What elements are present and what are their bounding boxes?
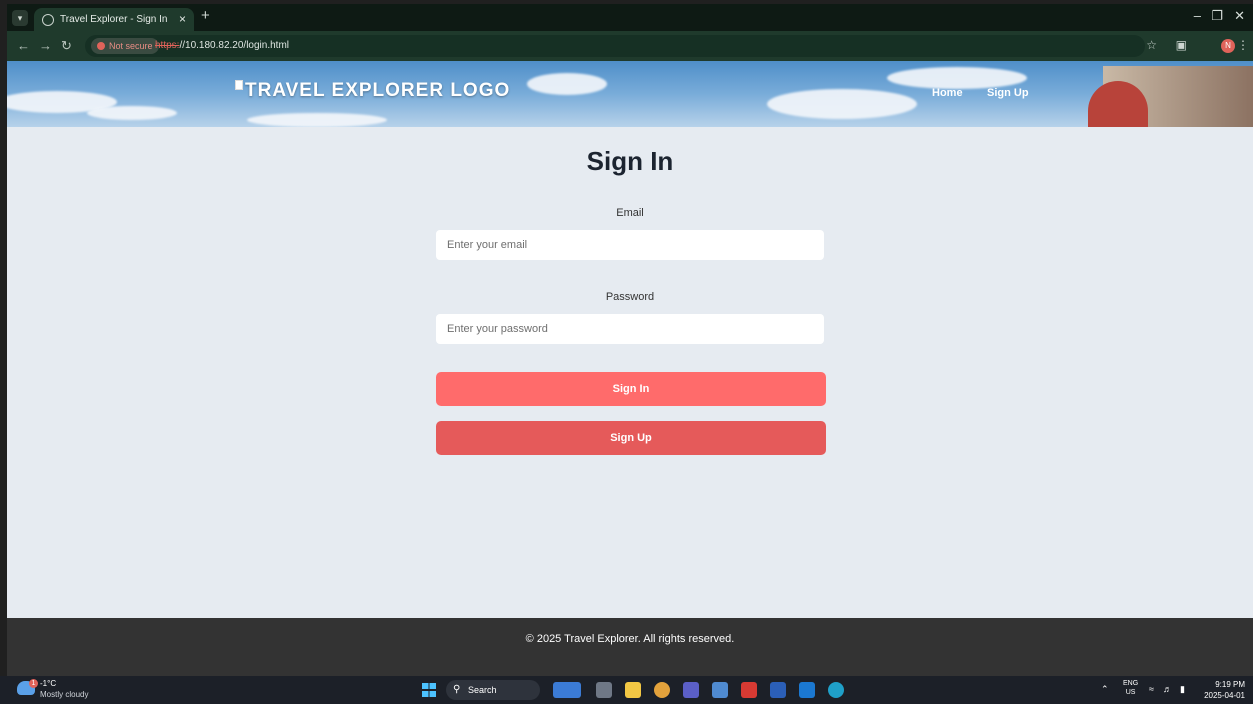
- globe-icon: [42, 14, 54, 26]
- url-scheme: https:: [155, 40, 180, 51]
- os-taskbar: 1 -1°C Mostly cloudy ⚲ Search ⌃ ENG US ≈ …: [0, 676, 1253, 704]
- not-secure-badge[interactable]: Not secure: [91, 38, 159, 54]
- search-label: Search: [468, 685, 497, 695]
- region-code: US: [1125, 689, 1136, 696]
- acrobat-icon[interactable]: [741, 682, 757, 698]
- search-icon: ⚲: [453, 684, 461, 695]
- language-code: ENG: [1123, 680, 1139, 687]
- cloud-decoration: [527, 73, 607, 95]
- word-icon[interactable]: [770, 682, 786, 698]
- menu-dots-icon[interactable]: ⋮: [1237, 38, 1249, 52]
- weather-temperature[interactable]: -1°C: [40, 679, 56, 688]
- clock-date: 2025-04-01: [1204, 691, 1245, 700]
- weather-description[interactable]: Mostly cloudy: [40, 690, 88, 699]
- login-main: Sign In Email Password Sign In Sign Up: [7, 127, 1253, 618]
- browser-window: ▾ Travel Explorer - Sign In × + – ❐ ✕ ← …: [7, 4, 1253, 676]
- volume-icon[interactable]: ♬: [1163, 684, 1172, 694]
- chrome-icon[interactable]: [654, 682, 670, 698]
- address-bar[interactable]: Not secure https://10.180.82.20/login.ht…: [85, 35, 1145, 57]
- tray-chevron-icon[interactable]: ⌃: [1101, 684, 1109, 695]
- site-header: TRAVEL EXPLORER LOGO Home Sign Up: [7, 61, 1253, 127]
- cloud-decoration: [87, 106, 177, 120]
- nav-home-link[interactable]: Home: [932, 87, 963, 99]
- sign-up-button[interactable]: Sign Up: [436, 421, 826, 455]
- wifi-icon[interactable]: ≈: [1149, 684, 1154, 694]
- outlook-icon[interactable]: [799, 682, 815, 698]
- not-secure-label: Not secure: [109, 41, 153, 51]
- browser-toolbar: ← → ↻ Not secure https://10.180.82.20/lo…: [7, 31, 1253, 61]
- windows-start-icon[interactable]: [422, 683, 436, 697]
- taskbar-search[interactable]: ⚲ Search: [446, 680, 540, 700]
- site-logo[interactable]: TRAVEL EXPLORER LOGO: [235, 80, 510, 102]
- warning-icon: [97, 42, 105, 50]
- logo-alt-text: TRAVEL EXPLORER LOGO: [245, 80, 511, 101]
- extensions-icon[interactable]: ▣: [1176, 38, 1187, 52]
- email-input[interactable]: [436, 230, 824, 260]
- password-input[interactable]: [436, 314, 824, 344]
- sign-in-button[interactable]: Sign In: [436, 372, 826, 406]
- weather-badge: 1: [29, 679, 38, 688]
- store-icon[interactable]: [712, 682, 728, 698]
- profile-avatar[interactable]: N: [1221, 39, 1235, 53]
- url-path: //10.180.82.20/login.html: [179, 40, 289, 51]
- password-label: Password: [605, 291, 655, 303]
- new-tab-icon[interactable]: +: [201, 7, 210, 24]
- back-icon[interactable]: ←: [17, 38, 30, 53]
- copyright-text: © 2025 Travel Explorer. All rights reser…: [525, 633, 735, 645]
- battery-icon[interactable]: ▮: [1180, 684, 1185, 695]
- email-label: Email: [616, 207, 644, 219]
- tab-search-icon[interactable]: ▾: [12, 10, 28, 26]
- bookmark-star-icon[interactable]: ☆: [1146, 38, 1157, 52]
- cloud-decoration: [887, 67, 1027, 89]
- reload-icon[interactable]: ↻: [61, 38, 72, 54]
- tab-strip: ▾ Travel Explorer - Sign In × + – ❐ ✕: [7, 4, 1253, 31]
- file-explorer-icon[interactable]: [625, 682, 641, 698]
- nav-signup-link[interactable]: Sign Up: [987, 87, 1029, 99]
- tab-close-icon[interactable]: ×: [179, 12, 186, 26]
- browser-tab[interactable]: Travel Explorer - Sign In ×: [34, 8, 194, 31]
- language-indicator[interactable]: ENG US: [1123, 679, 1138, 697]
- restore-icon[interactable]: ❐: [1211, 8, 1223, 24]
- page-title: Sign In: [586, 146, 674, 176]
- forward-icon[interactable]: →: [39, 38, 52, 53]
- edge-icon[interactable]: [828, 682, 844, 698]
- url-text[interactable]: https://10.180.82.20/login.html: [155, 40, 289, 51]
- window-close-icon[interactable]: ✕: [1234, 8, 1245, 24]
- widgets-icon[interactable]: [553, 682, 581, 698]
- minimize-icon[interactable]: –: [1194, 8, 1201, 23]
- site-footer: © 2025 Travel Explorer. All rights reser…: [7, 618, 1253, 676]
- clock-time: 9:19 PM: [1215, 680, 1245, 689]
- broken-image-icon: [235, 80, 243, 90]
- tab-title: Travel Explorer - Sign In: [60, 14, 168, 25]
- cloud-decoration: [767, 89, 917, 119]
- cloud-decoration: [247, 113, 387, 127]
- system-clock[interactable]: 9:19 PM 2025-04-01: [1204, 679, 1245, 701]
- teams-icon[interactable]: [683, 682, 699, 698]
- task-view-icon[interactable]: [596, 682, 612, 698]
